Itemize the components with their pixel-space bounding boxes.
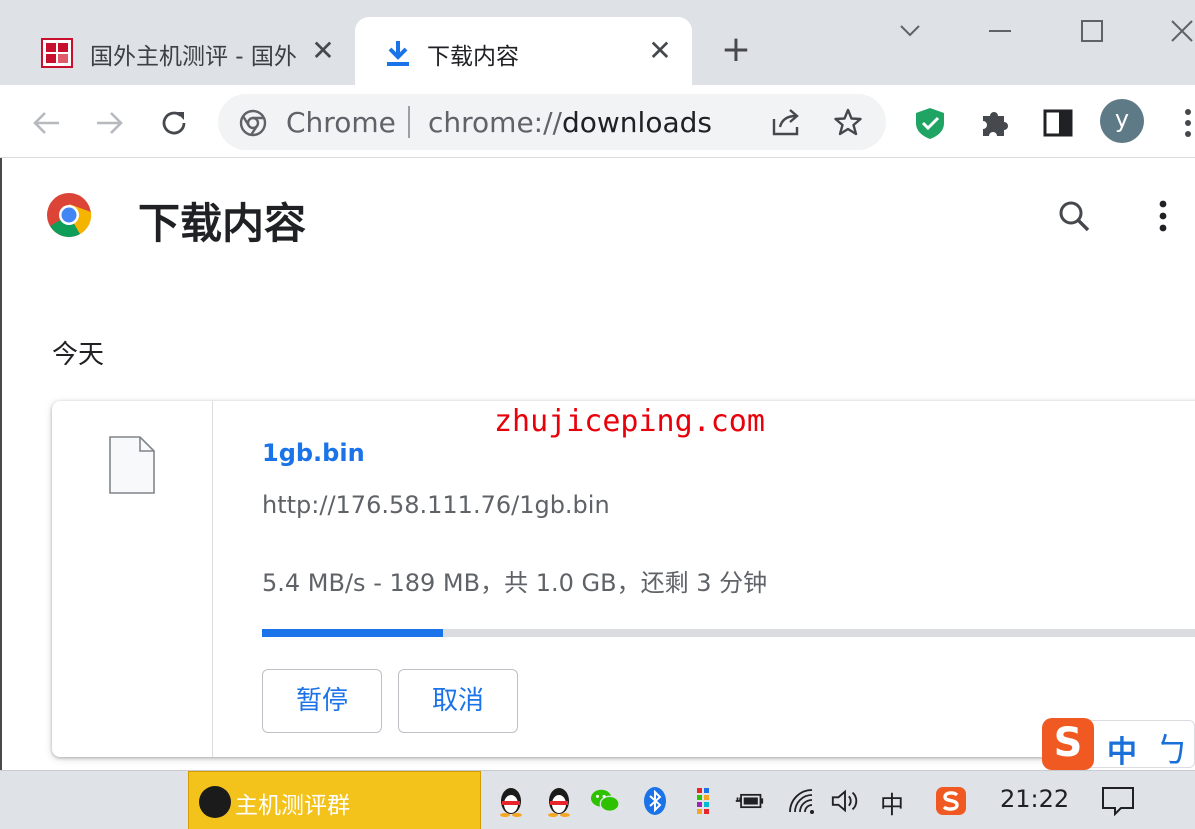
wifi-icon[interactable] (788, 785, 818, 817)
tab-close-icon[interactable]: ✕ (645, 35, 675, 67)
page-header: 下载内容 (2, 158, 1195, 270)
pause-button[interactable]: 暂停 (262, 669, 382, 733)
taskbar-clock[interactable]: 21:22 (1000, 785, 1069, 813)
forward-arrow-icon[interactable] (90, 103, 130, 143)
tray-input-language[interactable]: 中 (880, 785, 904, 820)
battery-plug-icon[interactable] (734, 785, 764, 817)
window-close-icon[interactable] (1162, 14, 1195, 48)
tab-strip: 国外主机测评 - 国外 ✕ 下载内容 ✕ + (0, 0, 1195, 85)
cancel-button[interactable]: 取消 (398, 669, 518, 733)
profile-avatar[interactable]: y (1100, 99, 1144, 143)
qq-penguin-icon[interactable] (496, 785, 526, 817)
watermark-text: zhujiceping.com (494, 404, 765, 439)
file-source-url[interactable]: http://176.58.111.76/1gb.bin (262, 491, 610, 519)
shield-extension-icon[interactable] (912, 105, 948, 141)
site-favicon-icon (41, 38, 73, 68)
address-bar[interactable]: Chrome chrome://downloads (218, 94, 886, 150)
browser-menu-kebab-icon[interactable] (1170, 105, 1195, 141)
download-progress-fill (262, 629, 443, 637)
tab-zhujiceping[interactable]: 国外主机测评 - 国外 ✕ (18, 17, 353, 85)
back-arrow-icon[interactable] (26, 103, 66, 143)
omnibox-separator (408, 106, 410, 138)
site-chip-label: Chrome (286, 106, 396, 139)
url-text[interactable]: chrome://downloads (428, 106, 712, 139)
url-scheme: chrome:// (428, 106, 562, 139)
download-status-text: 5.4 MB/s - 189 MB，共 1.0 GB，还剩 3 分钟 (262, 569, 768, 597)
page-menu-kebab-icon[interactable] (1145, 198, 1181, 234)
group-avatar-icon (199, 786, 231, 818)
new-tab-button[interactable]: + (718, 32, 754, 68)
volume-icon[interactable] (830, 785, 860, 817)
page-title: 下载内容 (138, 199, 307, 248)
search-icon[interactable] (1056, 198, 1092, 234)
date-heading: 今天 (52, 340, 105, 370)
tab-downloads[interactable]: 下载内容 ✕ (355, 17, 692, 85)
share-icon[interactable] (768, 104, 804, 140)
download-item-card: 1gb.bin http://176.58.111.76/1gb.bin 5.4… (52, 401, 1195, 757)
notification-center-icon[interactable] (1100, 785, 1136, 817)
bookmark-star-icon[interactable] (830, 104, 866, 140)
ime-bar[interactable]: 中 ㄅ (1088, 720, 1195, 771)
wechat-icon[interactable] (590, 785, 620, 817)
browser-toolbar: Chrome chrome://downloads y (0, 85, 1195, 158)
taskbar-app-qq-group[interactable]: 主机测评群 (188, 771, 481, 829)
tab-title: 下载内容 (427, 44, 519, 70)
taskbar: 主机测评群 中 21:22 (0, 770, 1195, 829)
taskbar-app-label: 主机测评群 (235, 793, 350, 819)
downloads-page: 下载内容 今天 1gb.bin http://176.58.111.76/1gb… (0, 158, 1195, 770)
tab-close-icon[interactable]: ✕ (308, 35, 338, 67)
bluetooth-icon[interactable] (640, 785, 670, 817)
sogou-tray-icon[interactable] (934, 785, 968, 817)
sogou-ime-logo-icon[interactable]: S (1042, 718, 1094, 770)
maximize-icon[interactable] (1072, 14, 1112, 48)
chrome-site-icon (239, 109, 267, 137)
side-panel-icon[interactable] (1040, 105, 1076, 141)
file-name-link[interactable]: 1gb.bin (262, 439, 365, 467)
url-path: downloads (561, 106, 712, 139)
qq-penguin-icon[interactable] (544, 785, 574, 817)
tab-search-chevron-icon[interactable] (890, 14, 930, 48)
ime-toolbar: 中 ㄅ S (1042, 716, 1195, 772)
minimize-icon[interactable] (980, 14, 1020, 48)
download-progress-bar (262, 629, 1195, 637)
chrome-logo-icon (47, 193, 92, 237)
color-grid-app-icon[interactable] (688, 785, 718, 817)
extensions-puzzle-icon[interactable] (976, 105, 1012, 141)
tab-title: 国外主机测评 - 国外 (90, 44, 297, 70)
download-icon (387, 41, 409, 66)
card-divider (212, 401, 213, 757)
ime-punct-toggle[interactable]: ㄅ (1155, 723, 1189, 772)
ime-mode-toggle[interactable]: 中 (1107, 727, 1137, 771)
file-icon (109, 436, 155, 494)
reload-icon[interactable] (154, 103, 194, 143)
